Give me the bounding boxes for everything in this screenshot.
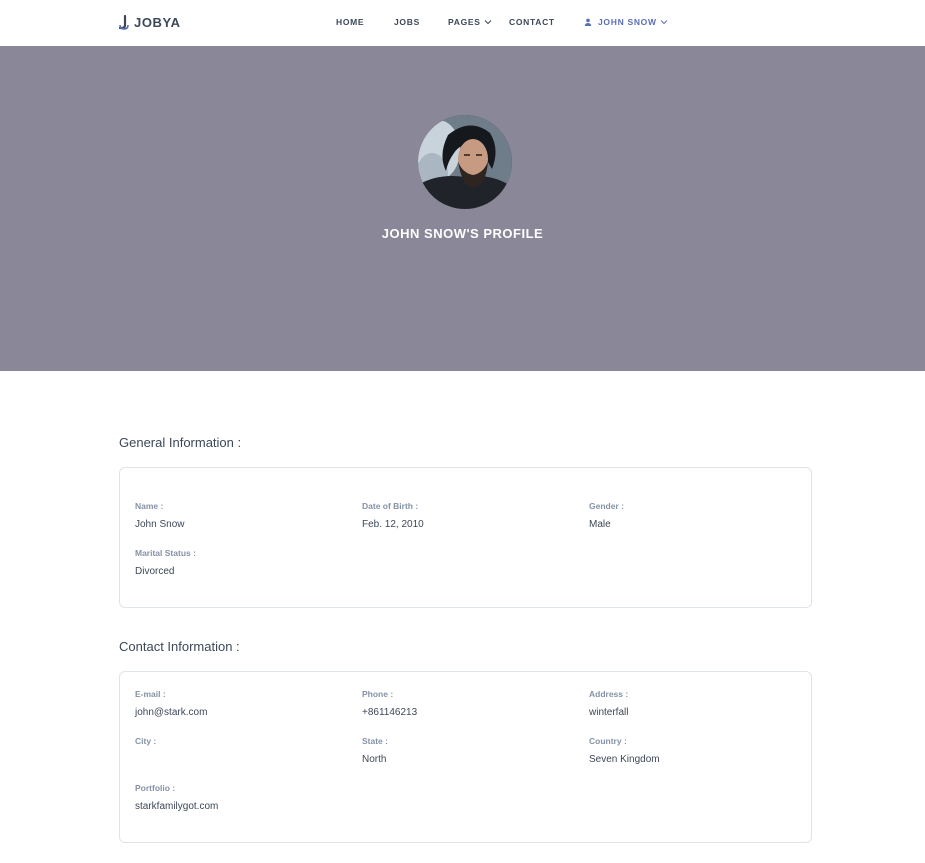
top-navbar: JOBYA HOME JOBS PAGES CONTACT JOHN SNOW — [0, 0, 925, 46]
field-value: starkfamilygot.com — [135, 801, 219, 812]
field-label: Marital Status : — [135, 548, 196, 558]
field-value: john@stark.com — [135, 707, 208, 718]
field-value: Seven Kingdom — [589, 754, 660, 765]
nav-home-label: HOME — [336, 17, 365, 27]
dob-field: Date of Birth : Feb. 12, 2010 — [362, 501, 424, 531]
nav-pages[interactable]: PAGES — [448, 17, 492, 27]
nav-home[interactable]: HOME — [336, 17, 364, 27]
field-value: Male — [589, 519, 611, 530]
marital-status-field: Marital Status : Divorced — [135, 548, 196, 578]
profile-title: JOHN SNOW'S PROFILE — [381, 226, 544, 241]
field-value — [135, 754, 156, 766]
name-field: Name : John Snow — [135, 501, 184, 531]
nav-jobs[interactable]: JOBS — [394, 17, 420, 27]
logo[interactable]: JOBYA — [119, 15, 181, 30]
field-label: State : — [362, 736, 388, 746]
field-value: Divorced — [135, 566, 175, 577]
city-field: City : — [135, 736, 156, 766]
field-value: winterfall — [589, 707, 629, 718]
contact-info-title: Contact Information : — [119, 639, 240, 654]
field-label: Portfolio : — [135, 783, 176, 793]
user-menu[interactable]: JOHN SNOW — [584, 17, 668, 27]
user-icon — [584, 18, 592, 26]
nav-contact[interactable]: CONTACT — [509, 17, 555, 27]
field-value: Feb. 12, 2010 — [362, 519, 424, 530]
nav-jobs-label: JOBS — [394, 17, 420, 27]
field-label: Name : — [135, 501, 164, 511]
field-label: Address : — [589, 689, 629, 699]
chevron-down-icon — [484, 20, 491, 25]
avatar — [418, 115, 512, 209]
avatar-image — [418, 115, 512, 209]
field-label: Phone : — [362, 689, 394, 699]
field-label: Gender : — [589, 501, 624, 511]
gender-field: Gender : Male — [589, 501, 624, 531]
country-field: Country : Seven Kingdom — [589, 736, 660, 766]
nav-contact-label: CONTACT — [509, 17, 555, 27]
contact-info-card: E-mail : john@stark.com Phone : +8611462… — [119, 671, 812, 843]
field-label: Date of Birth : — [362, 501, 419, 511]
field-label: Country : — [589, 736, 627, 746]
chevron-down-icon — [660, 20, 668, 25]
logo-icon — [119, 15, 129, 30]
portfolio-field: Portfolio : starkfamilygot.com — [135, 783, 218, 813]
logo-text: JOBYA — [134, 15, 181, 30]
address-field: Address : winterfall — [589, 689, 628, 719]
profile-hero: JOHN SNOW'S PROFILE — [0, 46, 925, 371]
user-menu-label: JOHN SNOW — [598, 17, 657, 27]
phone-field: Phone : +861146213 — [362, 689, 417, 719]
field-label: City : — [135, 736, 157, 746]
nav-pages-label: PAGES — [448, 17, 481, 27]
field-value: North — [362, 754, 387, 765]
field-label: E-mail : — [135, 689, 166, 699]
general-info-card: Name : John Snow Date of Birth : Feb. 12… — [119, 467, 812, 608]
field-value: +861146213 — [362, 707, 418, 718]
email-field: E-mail : john@stark.com — [135, 689, 207, 719]
field-value: John Snow — [135, 519, 185, 530]
state-field: State : North — [362, 736, 388, 766]
general-info-title: General Information : — [119, 435, 242, 450]
